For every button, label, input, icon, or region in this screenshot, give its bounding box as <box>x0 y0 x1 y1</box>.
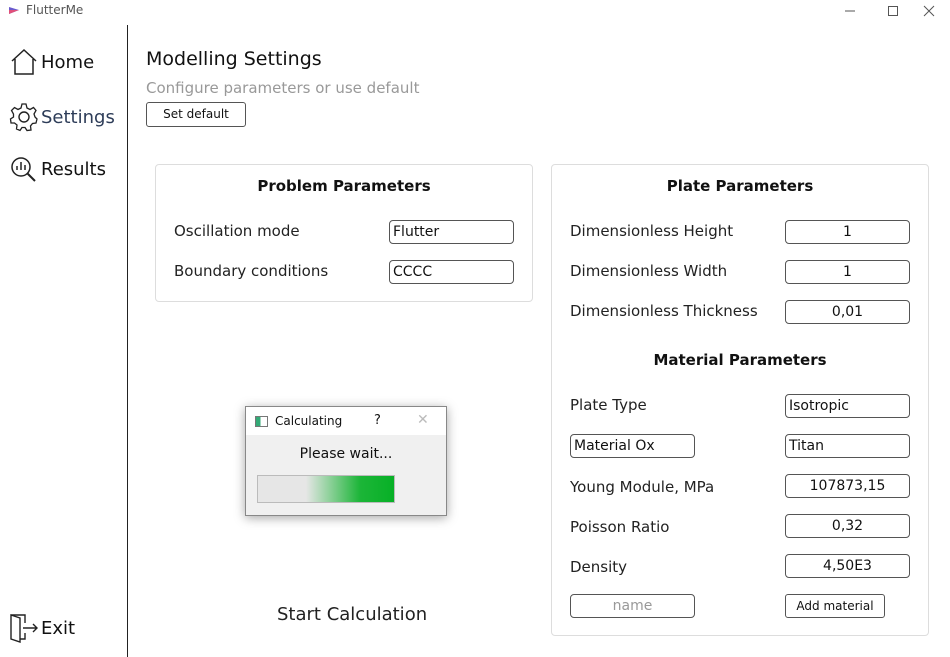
oscillation-mode-field[interactable]: Flutter <box>389 220 514 244</box>
dimensionless-width-field[interactable]: 1 <box>785 260 910 284</box>
sidebar-divider <box>127 25 128 657</box>
poisson-ratio-field[interactable]: 0,32 <box>785 514 910 538</box>
material-field[interactable]: Titan <box>785 434 910 458</box>
poisson-ratio-label: Poisson Ratio <box>570 518 670 536</box>
exit-icon <box>10 614 38 643</box>
start-calculation-button[interactable]: Start Calculation <box>277 604 427 625</box>
boundary-conditions-field[interactable]: CCCC <box>389 260 514 284</box>
sidebar-item-exit[interactable]: Exit <box>9 612 75 644</box>
material-select[interactable]: Material Ox <box>570 434 695 458</box>
problem-parameters-panel: Problem Parameters Oscillation mode Flut… <box>155 164 533 302</box>
gear-icon <box>9 103 38 132</box>
progress-bar <box>257 475 395 503</box>
window-icon <box>255 416 268 427</box>
sidebar-item-label: Settings <box>41 106 115 128</box>
plate-type-field[interactable]: Isotropic <box>785 394 910 418</box>
plate-type-label: Plate Type <box>570 396 647 414</box>
sidebar-item-label: Home <box>41 51 95 73</box>
add-material-button[interactable]: Add material <box>785 594 885 618</box>
dimensionless-width-label: Dimensionless Width <box>570 262 728 280</box>
dimensionless-height-field[interactable]: 1 <box>785 220 910 244</box>
oscillation-mode-label: Oscillation mode <box>174 222 300 240</box>
boundary-conditions-label: Boundary conditions <box>174 262 329 280</box>
plate-parameters-panel: Plate Parameters Dimensionless Height 1 … <box>551 164 929 636</box>
dimensionless-thickness-field[interactable]: 0,01 <box>785 300 910 324</box>
density-field[interactable]: 4,50E3 <box>785 554 910 578</box>
sidebar-item-label: Exit <box>41 617 76 639</box>
sidebar-item-home[interactable]: Home <box>9 48 94 76</box>
close-icon <box>923 5 935 17</box>
title-bar: FlutterMe <box>0 0 950 22</box>
young-module-label: Young Module, MPa <box>570 478 715 496</box>
dialog-title-bar: Calculating ? ✕ <box>246 407 446 435</box>
set-default-button[interactable]: Set default <box>146 102 246 127</box>
sidebar-item-results[interactable]: Results <box>9 155 106 183</box>
page-title: Modelling Settings <box>146 48 322 70</box>
material-name-input[interactable]: name <box>570 594 695 618</box>
dialog-close-button[interactable]: ✕ <box>417 412 429 428</box>
plate-parameters-title: Plate Parameters <box>666 177 814 195</box>
sidebar-item-label: Results <box>41 158 106 180</box>
app-logo-icon <box>9 7 19 14</box>
sidebar-item-settings[interactable]: Settings <box>9 102 115 132</box>
density-label: Density <box>570 558 628 576</box>
progress-bar-fill <box>306 476 394 502</box>
calculating-dialog: Calculating ? ✕ Please wait... <box>245 406 447 516</box>
dialog-title: Calculating <box>275 414 343 428</box>
problem-parameters-title: Problem Parameters <box>257 177 431 195</box>
home-icon <box>11 48 37 75</box>
minimize-icon <box>845 10 855 12</box>
young-module-field[interactable]: 107873,15 <box>785 474 910 498</box>
dimensionless-height-label: Dimensionless Height <box>570 222 734 240</box>
close-button[interactable] <box>906 0 950 22</box>
material-parameters-title: Material Parameters <box>653 351 827 369</box>
window-title: FlutterMe <box>26 3 84 17</box>
dimensionless-thickness-label: Dimensionless Thickness <box>570 302 758 320</box>
dialog-message: Please wait... <box>299 446 393 462</box>
analytics-search-icon <box>11 157 36 182</box>
page-subtitle: Configure parameters or use default <box>146 79 420 97</box>
minimize-button[interactable] <box>827 0 873 22</box>
help-button[interactable]: ? <box>374 413 381 428</box>
maximize-icon <box>888 6 898 16</box>
